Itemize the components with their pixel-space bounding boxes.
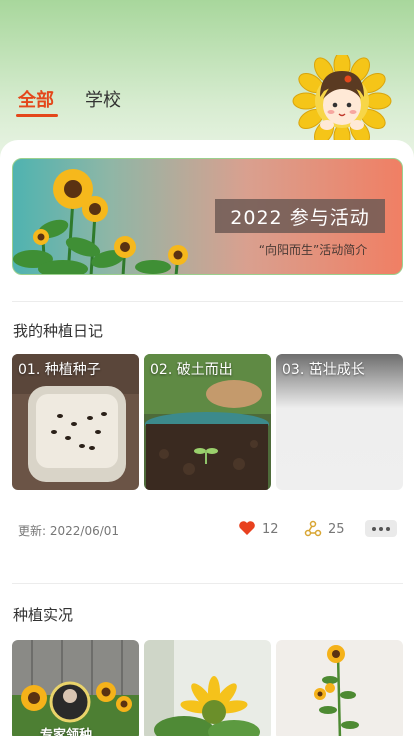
sunflower-field-image [13,169,188,274]
banner-title: 2022 参与活动 [215,199,385,233]
sunflower-field-image [12,640,139,736]
diary-card-growing[interactable]: 03. 茁壮成长 [276,354,403,490]
divider [12,301,403,302]
more-dot-icon [372,526,376,531]
update-date: 更新: 2022/06/01 [18,524,120,538]
live-card-expert[interactable]: 专家领种 [12,640,139,736]
card-title: 03. 茁壮成长 [282,362,365,378]
live-section-title: 种植实况 [13,606,74,624]
share-count: 25 [328,522,345,537]
card-title: 02. 破土而出 [150,362,233,378]
active-tab-indicator [16,114,58,117]
heart-icon[interactable] [238,520,256,536]
more-dot-icon [379,526,383,531]
activity-banner[interactable]: 2022 参与活动 “向阳而生”活动简介 [12,158,403,275]
tab-school[interactable]: 学校 [85,86,121,112]
share-icon[interactable] [304,520,322,538]
more-dot-icon [386,526,390,531]
banner-subtitle: “向阳而生”活动简介 [258,243,368,257]
divider [12,583,403,584]
diary-card-planting-seeds[interactable]: 01. 种植种子 [12,354,139,490]
tab-all[interactable]: 全部 [18,86,54,112]
card-title: 01. 种植种子 [18,362,101,378]
sunflower-closeup-image [144,640,271,736]
expert-label: 专家领种 [40,728,93,736]
diary-card-sprouting[interactable]: 02. 破土而出 [144,354,271,490]
sunflower-mascot-icon [292,55,392,147]
diary-section-title: 我的种植日记 [13,322,104,340]
tab-bar: 全部 学校 [0,86,300,126]
more-options-button[interactable] [365,520,397,537]
tall-sunflower-image [276,640,403,736]
like-count: 12 [262,522,279,537]
live-card-sunflower-closeup[interactable] [144,640,271,736]
diary-meta-row: 更新: 2022/06/01 12 25 [18,520,398,540]
live-card-tall-sunflower[interactable] [276,640,403,736]
